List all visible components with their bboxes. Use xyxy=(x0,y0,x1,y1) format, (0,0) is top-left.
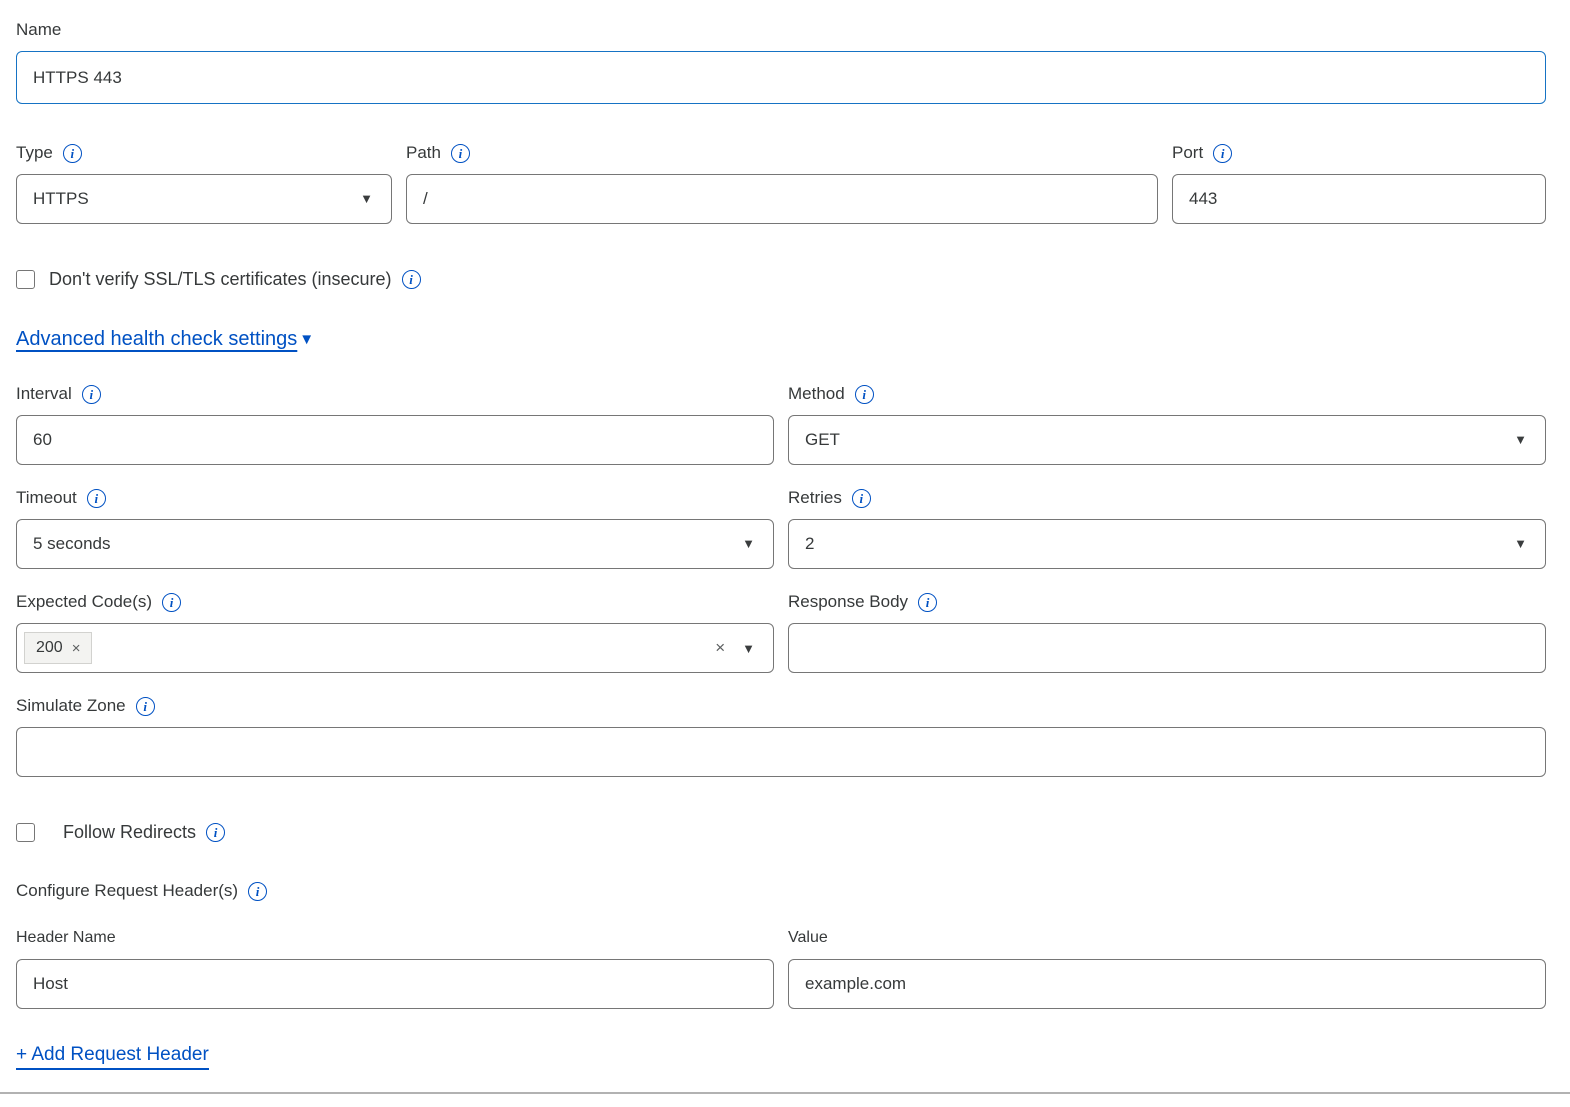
type-select[interactable]: HTTPS ▼ xyxy=(16,174,392,224)
header-name-field-group: Header Name xyxy=(16,927,774,1009)
path-field-group: Path i xyxy=(406,141,1158,224)
path-info-icon[interactable]: i xyxy=(451,144,470,163)
chevron-down-icon: ▼ xyxy=(1514,432,1527,447)
chevron-down-icon[interactable]: ▼ xyxy=(742,641,755,656)
codes-body-row: Expected Code(s) i 200 × × ▼ Response Bo… xyxy=(16,590,1546,673)
interval-method-row: Interval i Method i GET ▼ xyxy=(16,382,1546,465)
response-body-field-group: Response Body i xyxy=(788,590,1546,673)
timeout-label: Timeout i xyxy=(16,486,774,510)
header-row: Header Name Value xyxy=(16,927,1546,1009)
path-label: Path i xyxy=(406,141,1158,165)
interval-label-text: Interval xyxy=(16,382,72,406)
method-label: Method i xyxy=(788,382,1546,406)
chevron-down-icon: ▼ xyxy=(360,191,373,206)
timeout-select-value: 5 seconds xyxy=(33,534,111,554)
header-value-input[interactable] xyxy=(788,959,1546,1009)
name-input[interactable] xyxy=(16,51,1546,104)
ssl-verify-label-text: Don't verify SSL/TLS certificates (insec… xyxy=(49,269,392,290)
health-check-form: Name Type i HTTPS ▼ Path i Port i xyxy=(0,0,1570,1094)
follow-redirects-label-text: Follow Redirects xyxy=(63,822,196,843)
response-body-label-text: Response Body xyxy=(788,590,908,614)
ssl-verify-info-icon[interactable]: i xyxy=(402,270,421,289)
type-field-group: Type i HTTPS ▼ xyxy=(16,141,392,224)
request-headers-section-label: Configure Request Header(s) i xyxy=(16,879,1546,903)
advanced-settings-row: Advanced health check settings ▼ xyxy=(16,328,1546,351)
advanced-caret-down-icon[interactable]: ▼ xyxy=(299,332,314,347)
advanced-settings-link[interactable]: Advanced health check settings xyxy=(16,328,297,351)
interval-field-group: Interval i xyxy=(16,382,774,465)
name-label: Name xyxy=(16,18,1546,42)
simulate-zone-field-group: Simulate Zone i xyxy=(16,694,1546,777)
expected-codes-multiselect[interactable]: 200 × × ▼ xyxy=(16,623,774,673)
method-select-value: GET xyxy=(805,430,840,450)
interval-label: Interval i xyxy=(16,382,774,406)
type-path-port-row: Type i HTTPS ▼ Path i Port i xyxy=(16,141,1546,224)
port-label: Port i xyxy=(1172,141,1546,165)
simulate-zone-info-icon[interactable]: i xyxy=(136,697,155,716)
type-select-value: HTTPS xyxy=(33,189,89,209)
tag-remove-icon[interactable]: × xyxy=(72,640,81,657)
response-body-info-icon[interactable]: i xyxy=(918,593,937,612)
follow-redirects-label: Follow Redirects i xyxy=(63,822,225,843)
retries-select[interactable]: 2 ▼ xyxy=(788,519,1546,569)
method-select[interactable]: GET ▼ xyxy=(788,415,1546,465)
expected-codes-field-group: Expected Code(s) i 200 × × ▼ xyxy=(16,590,774,673)
timeout-retries-row: Timeout i 5 seconds ▼ Retries i 2 ▼ xyxy=(16,486,1546,569)
ssl-verify-checkbox[interactable] xyxy=(16,270,35,289)
interval-input[interactable] xyxy=(16,415,774,465)
header-name-label: Header Name xyxy=(16,927,774,949)
expected-code-tag-text: 200 xyxy=(36,639,63,657)
method-label-text: Method xyxy=(788,382,845,406)
path-input[interactable] xyxy=(406,174,1158,224)
type-label: Type i xyxy=(16,141,392,165)
timeout-info-icon[interactable]: i xyxy=(87,489,106,508)
retries-field-group: Retries i 2 ▼ xyxy=(788,486,1546,569)
retries-select-value: 2 xyxy=(805,534,814,554)
request-headers-info-icon[interactable]: i xyxy=(248,882,267,901)
port-input[interactable] xyxy=(1172,174,1546,224)
expected-codes-label: Expected Code(s) i xyxy=(16,590,774,614)
type-label-text: Type xyxy=(16,141,53,165)
header-value-label: Value xyxy=(788,927,1546,949)
ssl-verify-label: Don't verify SSL/TLS certificates (insec… xyxy=(49,269,421,290)
path-label-text: Path xyxy=(406,141,441,165)
header-value-field-group: Value xyxy=(788,927,1546,1009)
simulate-zone-label-text: Simulate Zone xyxy=(16,694,126,718)
retries-label: Retries i xyxy=(788,486,1546,510)
simulate-zone-input[interactable] xyxy=(16,727,1546,777)
retries-info-icon[interactable]: i xyxy=(852,489,871,508)
expected-codes-label-text: Expected Code(s) xyxy=(16,590,152,614)
multiselect-controls: × ▼ xyxy=(715,638,755,658)
ssl-verify-row: Don't verify SSL/TLS certificates (insec… xyxy=(16,269,1546,290)
response-body-input[interactable] xyxy=(788,623,1546,673)
interval-info-icon[interactable]: i xyxy=(82,385,101,404)
chevron-down-icon: ▼ xyxy=(1514,536,1527,551)
bottom-divider xyxy=(0,1092,1570,1094)
method-field-group: Method i GET ▼ xyxy=(788,382,1546,465)
timeout-field-group: Timeout i 5 seconds ▼ xyxy=(16,486,774,569)
add-request-header-link[interactable]: + Add Request Header xyxy=(16,1044,209,1070)
timeout-label-text: Timeout xyxy=(16,486,77,510)
follow-redirects-info-icon[interactable]: i xyxy=(206,823,225,842)
expected-codes-info-icon[interactable]: i xyxy=(162,593,181,612)
expected-code-tag: 200 × xyxy=(24,632,92,664)
follow-redirects-row: Follow Redirects i xyxy=(16,822,1546,843)
clear-all-icon[interactable]: × xyxy=(715,638,725,658)
request-headers-section-text: Configure Request Header(s) xyxy=(16,879,238,903)
port-field-group: Port i xyxy=(1172,141,1546,224)
header-name-input[interactable] xyxy=(16,959,774,1009)
simulate-zone-label: Simulate Zone i xyxy=(16,694,1546,718)
port-label-text: Port xyxy=(1172,141,1203,165)
retries-label-text: Retries xyxy=(788,486,842,510)
port-info-icon[interactable]: i xyxy=(1213,144,1232,163)
response-body-label: Response Body i xyxy=(788,590,1546,614)
name-field-group: Name xyxy=(16,18,1546,104)
timeout-select[interactable]: 5 seconds ▼ xyxy=(16,519,774,569)
name-label-text: Name xyxy=(16,18,61,42)
chevron-down-icon: ▼ xyxy=(742,536,755,551)
method-info-icon[interactable]: i xyxy=(855,385,874,404)
follow-redirects-checkbox[interactable] xyxy=(16,823,35,842)
type-info-icon[interactable]: i xyxy=(63,144,82,163)
